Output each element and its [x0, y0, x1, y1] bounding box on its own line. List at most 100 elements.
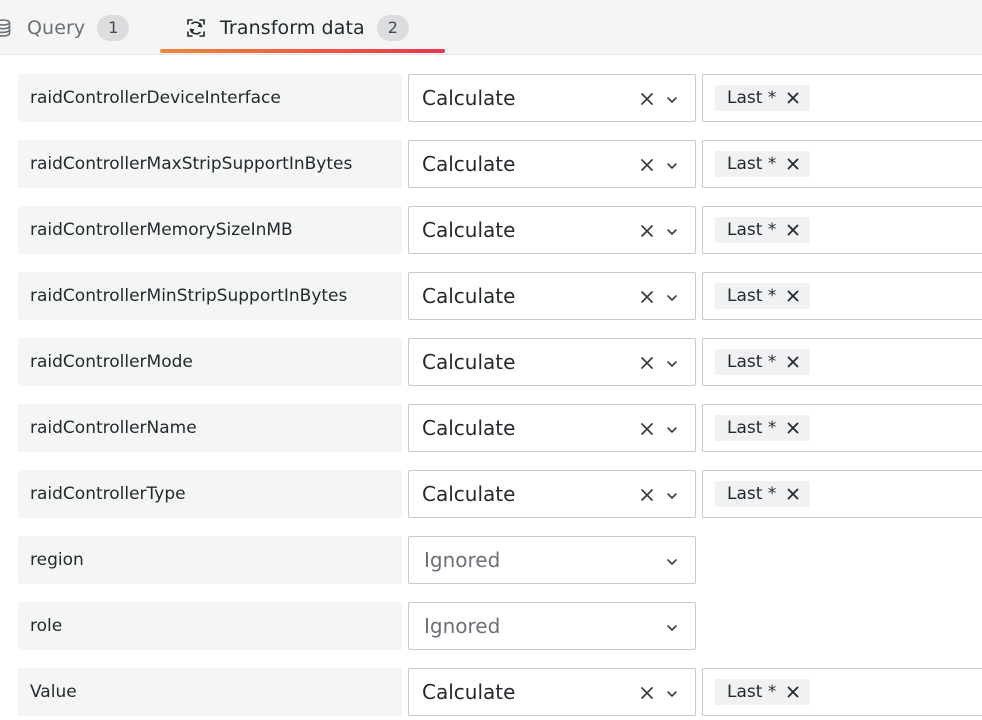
remove-chip-icon[interactable]	[786, 487, 800, 501]
calculation-mode-value: Calculate	[422, 284, 516, 308]
chevron-down-icon[interactable]	[665, 422, 679, 436]
tab-query[interactable]: Query 1	[0, 0, 130, 55]
tab-transform-count-badge: 2	[376, 14, 409, 41]
clear-icon[interactable]	[639, 355, 655, 371]
calculations-multiselect[interactable]: Last *	[702, 338, 982, 386]
clear-icon[interactable]	[639, 289, 655, 305]
clear-icon[interactable]	[639, 223, 655, 239]
tab-query-count-badge: 1	[97, 14, 130, 41]
remove-chip-icon[interactable]	[786, 223, 800, 237]
field-row: raidControllerMemorySizeInMB Calculate Las…	[0, 206, 982, 254]
calculation-chip-label: Last *	[727, 484, 777, 504]
calculations-multiselect[interactable]: Last *	[702, 272, 982, 320]
remove-chip-icon[interactable]	[786, 421, 800, 435]
field-name-label: raidControllerName	[18, 404, 402, 452]
calculations-multiselect[interactable]: Last *	[702, 74, 982, 122]
chevron-down-icon[interactable]	[665, 554, 679, 568]
calculations-multiselect[interactable]: Last *	[702, 668, 982, 716]
active-tab-indicator	[160, 49, 445, 53]
transform-icon	[186, 18, 206, 38]
calculation-chip: Last *	[715, 481, 811, 507]
remove-chip-icon[interactable]	[786, 157, 800, 171]
calculation-mode-value: Calculate	[422, 482, 516, 506]
field-row: raidControllerMode Calculate Last *	[0, 338, 982, 386]
field-name-label: region	[18, 536, 402, 584]
calculation-mode-value: Ignored	[424, 614, 501, 638]
calculations-multiselect[interactable]: Last *	[702, 140, 982, 188]
calculation-mode-select[interactable]: Calculate	[408, 206, 696, 254]
field-name-label: raidControllerMode	[18, 338, 402, 386]
calculation-mode-select[interactable]: Calculate	[408, 470, 696, 518]
chevron-down-icon[interactable]	[665, 620, 679, 634]
clear-icon[interactable]	[639, 91, 655, 107]
calculation-chip: Last *	[715, 217, 811, 243]
chevron-down-icon[interactable]	[665, 488, 679, 502]
field-row: role Ignored	[0, 602, 982, 650]
calculation-chip-label: Last *	[727, 220, 777, 240]
calculation-chip: Last *	[715, 151, 811, 177]
calculations-multiselect[interactable]: Last *	[702, 404, 982, 452]
chevron-down-icon[interactable]	[665, 158, 679, 172]
calculations-multiselect[interactable]: Last *	[702, 470, 982, 518]
calculation-chip: Last *	[715, 349, 811, 375]
field-row: raidControllerDeviceInterface Calculate La…	[0, 74, 982, 122]
calculation-mode-value: Calculate	[422, 218, 516, 242]
calculation-mode-value: Calculate	[422, 86, 516, 110]
tab-query-label: Query	[27, 16, 86, 39]
field-row: raidControllerType Calculate Last *	[0, 470, 982, 518]
calculation-mode-select[interactable]: Calculate	[408, 668, 696, 716]
field-name-label: raidControllerDeviceInterface	[18, 74, 402, 122]
calculation-chip-label: Last *	[727, 352, 777, 372]
calculation-mode-select[interactable]: Calculate	[408, 74, 696, 122]
calculation-chip-label: Last *	[727, 154, 777, 174]
calculation-chip: Last *	[715, 283, 811, 309]
calculation-mode-value: Calculate	[422, 152, 516, 176]
field-row: region Ignored	[0, 536, 982, 584]
remove-chip-icon[interactable]	[786, 91, 800, 105]
calculation-mode-value: Calculate	[422, 350, 516, 374]
tab-transform-data-label: Transform data	[220, 16, 365, 39]
chevron-down-icon[interactable]	[665, 686, 679, 700]
field-name-label: raidControllerMemorySizeInMB	[18, 206, 402, 254]
calculation-chip-label: Last *	[727, 682, 777, 702]
calculation-chip-label: Last *	[727, 286, 777, 306]
clear-icon[interactable]	[639, 157, 655, 173]
field-row: Value Calculate Last *	[0, 668, 982, 716]
calculation-mode-select[interactable]: Calculate	[408, 272, 696, 320]
field-row: raidControllerMinStripSupportInBytes Calc…	[0, 272, 982, 320]
calculation-mode-value: Calculate	[422, 680, 516, 704]
calculation-mode-select[interactable]: Calculate	[408, 140, 696, 188]
tab-bar: Query 1 Transform data 2	[0, 0, 982, 55]
chevron-down-icon[interactable]	[665, 224, 679, 238]
calculation-mode-value: Calculate	[422, 416, 516, 440]
remove-chip-icon[interactable]	[786, 355, 800, 369]
clear-icon[interactable]	[639, 421, 655, 437]
calculation-mode-select[interactable]: Ignored	[408, 536, 696, 584]
calculation-chip: Last *	[715, 85, 811, 111]
calculation-chip: Last *	[715, 415, 811, 441]
tab-transform-data[interactable]: Transform data 2	[186, 0, 409, 55]
calculation-chip: Last *	[715, 679, 811, 705]
calculation-mode-select[interactable]: Calculate	[408, 404, 696, 452]
remove-chip-icon[interactable]	[786, 685, 800, 699]
calculation-mode-select[interactable]: Ignored	[408, 602, 696, 650]
calculation-mode-value: Ignored	[424, 548, 501, 572]
field-name-label: raidControllerType	[18, 470, 402, 518]
calculation-chip-label: Last *	[727, 418, 777, 438]
calculations-multiselect[interactable]: Last *	[702, 206, 982, 254]
field-name-label: raidControllerMinStripSupportInBytes	[18, 272, 402, 320]
remove-chip-icon[interactable]	[786, 289, 800, 303]
database-icon	[0, 18, 13, 38]
calculation-mode-select[interactable]: Calculate	[408, 338, 696, 386]
chevron-down-icon[interactable]	[665, 92, 679, 106]
clear-icon[interactable]	[639, 685, 655, 701]
field-name-label: role	[18, 602, 402, 650]
clear-icon[interactable]	[639, 487, 655, 503]
field-name-label: Value	[18, 668, 402, 716]
chevron-down-icon[interactable]	[665, 290, 679, 304]
field-row: raidControllerName Calculate Last *	[0, 404, 982, 452]
chevron-down-icon[interactable]	[665, 356, 679, 370]
calculation-chip-label: Last *	[727, 88, 777, 108]
field-name-label: raidControllerMaxStripSupportInBytes	[18, 140, 402, 188]
field-row: raidControllerMaxStripSupportInBytes Calc…	[0, 140, 982, 188]
